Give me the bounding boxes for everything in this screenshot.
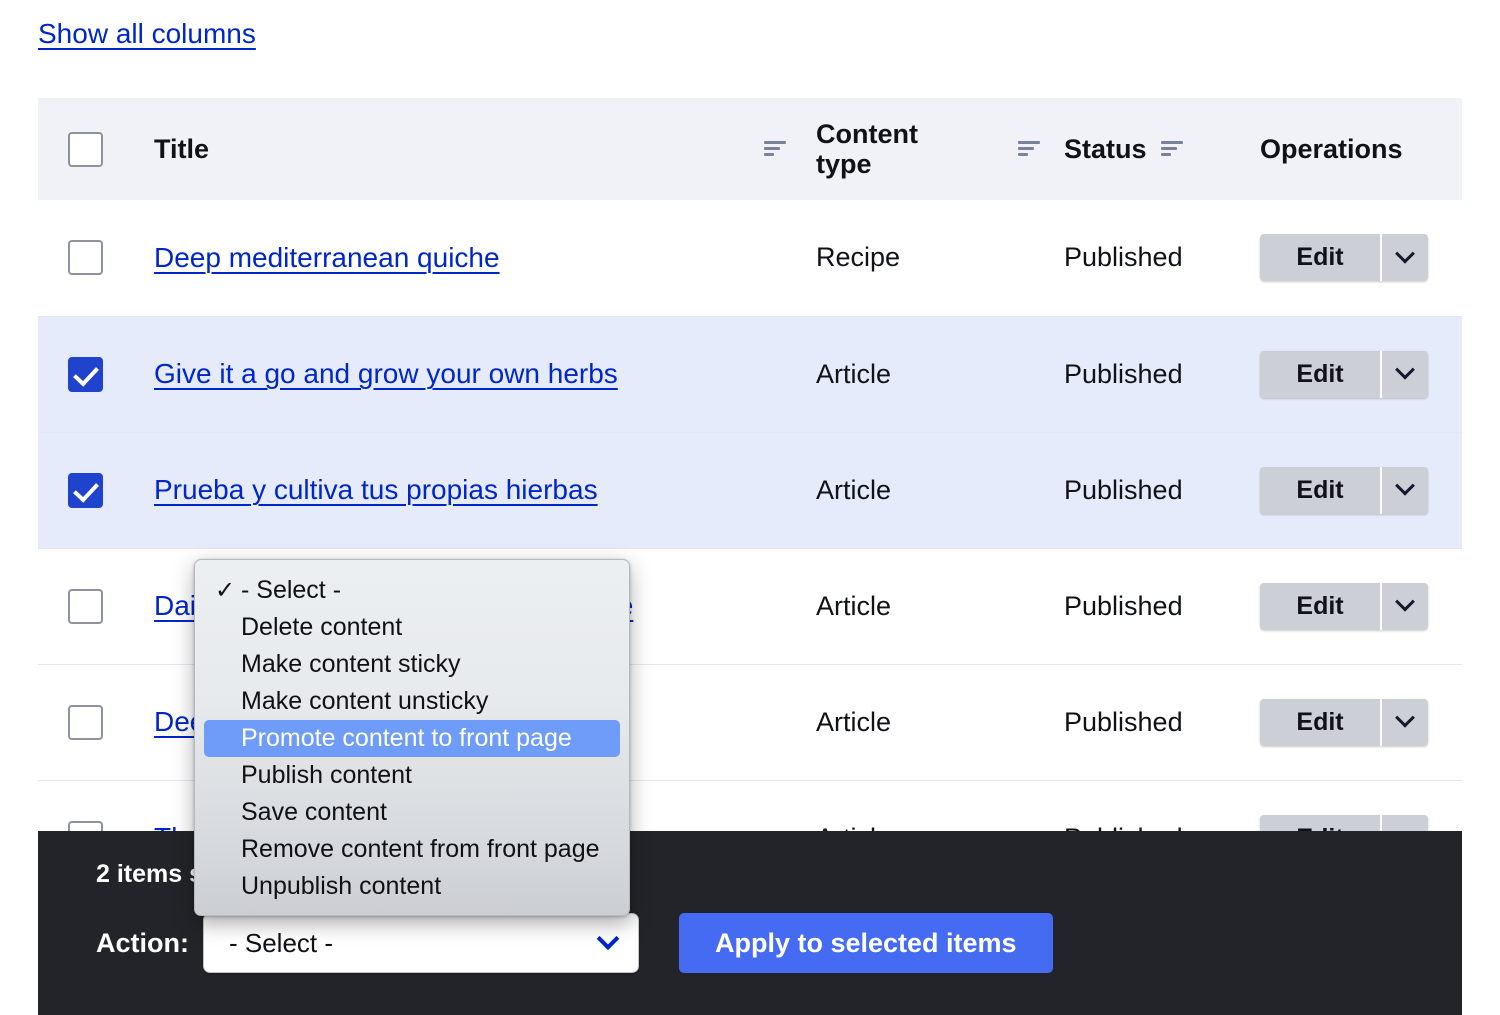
row-operations-cell: Edit xyxy=(1260,548,1462,664)
row-operations-cell: Edit xyxy=(1260,316,1462,432)
apply-to-selected-items-button[interactable]: Apply to selected items xyxy=(679,913,1053,973)
edit-button[interactable]: Edit xyxy=(1260,467,1382,514)
row-title-link[interactable]: Prueba y cultiva tus propias hierbas xyxy=(154,474,598,505)
dropdown-option[interactable]: Make content sticky xyxy=(195,646,629,683)
row-operations-cell: Edit xyxy=(1260,200,1462,316)
row-title-cell: Deep mediterranean quiche xyxy=(154,200,816,316)
row-title-link[interactable]: Deep mediterranean quiche xyxy=(154,242,500,273)
chevron-down-icon xyxy=(1395,592,1415,612)
row-content-type-cell: Article xyxy=(816,664,1064,780)
edit-split-button: Edit xyxy=(1260,583,1428,630)
row-status-cell: Published xyxy=(1064,432,1260,548)
check-icon: ✓ xyxy=(215,576,241,605)
dropdown-option[interactable]: Publish content xyxy=(195,757,629,794)
edit-dropdown-toggle[interactable] xyxy=(1382,234,1428,281)
row-status-cell: Published xyxy=(1064,664,1260,780)
dropdown-option[interactable]: ✓- Select - xyxy=(195,572,629,609)
edit-split-button: Edit xyxy=(1260,234,1428,281)
dropdown-option[interactable]: Make content unsticky xyxy=(195,683,629,720)
dropdown-option-label: - Select - xyxy=(241,576,341,605)
action-select-value: - Select - xyxy=(229,928,333,959)
select-all-checkbox[interactable] xyxy=(68,132,103,167)
column-header-content-type[interactable]: Content type xyxy=(816,98,1064,200)
table-header-row: Title Content type Status xyxy=(38,98,1462,200)
chevron-down-icon xyxy=(1395,360,1415,380)
row-checkbox[interactable] xyxy=(68,357,103,392)
show-all-columns-link[interactable]: Show all columns xyxy=(38,18,256,50)
row-checkbox[interactable] xyxy=(68,240,103,275)
dropdown-option-label: Save content xyxy=(241,798,387,827)
dropdown-option-label: Promote content to front page xyxy=(241,724,572,753)
dropdown-option-label: Delete content xyxy=(241,613,402,642)
edit-button[interactable]: Edit xyxy=(1260,351,1382,398)
table-row: Prueba y cultiva tus propias hierbas Arti… xyxy=(38,432,1462,548)
dropdown-option[interactable]: Remove content from front page xyxy=(195,831,629,868)
dropdown-option-label: Make content unsticky xyxy=(241,687,488,716)
row-status-cell: Published xyxy=(1064,316,1260,432)
row-checkbox[interactable] xyxy=(68,589,103,624)
row-status-cell: Published xyxy=(1064,548,1260,664)
row-checkbox[interactable] xyxy=(68,473,103,508)
dropdown-option-label: Publish content xyxy=(241,761,412,790)
edit-split-button: Edit xyxy=(1260,467,1428,514)
column-header-content-type-label: Content type xyxy=(816,119,966,179)
chevron-down-icon xyxy=(1395,476,1415,496)
edit-dropdown-toggle[interactable] xyxy=(1382,351,1428,398)
row-select-cell xyxy=(38,548,154,664)
row-title-cell: Prueba y cultiva tus propias hierbas xyxy=(154,432,816,548)
row-title-cell: Give it a go and grow your own herbs xyxy=(154,316,816,432)
row-title-link[interactable]: Give it a go and grow your own herbs xyxy=(154,358,618,389)
column-header-status[interactable]: Status xyxy=(1064,98,1260,200)
chevron-down-icon xyxy=(1395,708,1415,728)
row-select-cell xyxy=(38,664,154,780)
row-status-cell: Published xyxy=(1064,200,1260,316)
edit-dropdown-toggle[interactable] xyxy=(1382,467,1428,514)
edit-split-button: Edit xyxy=(1260,699,1428,746)
column-header-title[interactable]: Title xyxy=(154,98,816,200)
table-row: Deep mediterranean quiche RecipePublished… xyxy=(38,200,1462,316)
chevron-down-icon xyxy=(597,927,620,950)
row-content-type-cell: Article xyxy=(816,316,1064,432)
edit-dropdown-toggle[interactable] xyxy=(1382,583,1428,630)
content-listing-page: Show all columns Title xyxy=(0,0,1500,1015)
table-row: Give it a go and grow your own herbs Arti… xyxy=(38,316,1462,432)
row-operations-cell: Edit xyxy=(1260,432,1462,548)
row-select-cell xyxy=(38,316,154,432)
chevron-down-icon xyxy=(1395,244,1415,264)
table-header: Title Content type Status xyxy=(38,98,1462,200)
sort-icon-title[interactable] xyxy=(764,141,786,157)
dropdown-option[interactable]: Unpublish content xyxy=(195,868,629,905)
dropdown-option[interactable]: Promote content to front page xyxy=(204,720,620,757)
dropdown-option-label: Unpublish content xyxy=(241,872,441,901)
dropdown-option[interactable]: Save content xyxy=(195,794,629,831)
column-header-title-label: Title xyxy=(154,134,209,164)
row-select-cell xyxy=(38,200,154,316)
edit-button[interactable]: Edit xyxy=(1260,583,1382,630)
edit-button[interactable]: Edit xyxy=(1260,234,1382,281)
edit-split-button: Edit xyxy=(1260,351,1428,398)
column-header-operations: Operations xyxy=(1260,98,1462,200)
sort-icon-status[interactable] xyxy=(1161,141,1183,157)
dropdown-option-label: Make content sticky xyxy=(241,650,461,679)
column-header-select xyxy=(38,98,154,200)
dropdown-option-label: Remove content from front page xyxy=(241,835,600,864)
action-select-dropdown-popup[interactable]: ✓- Select - Delete content Make content st… xyxy=(194,559,630,916)
column-header-status-label: Status xyxy=(1064,134,1147,164)
row-select-cell xyxy=(38,432,154,548)
row-content-type-cell: Article xyxy=(816,432,1064,548)
action-select[interactable]: - Select - xyxy=(203,913,639,973)
row-content-type-cell: Article xyxy=(816,548,1064,664)
edit-dropdown-toggle[interactable] xyxy=(1382,699,1428,746)
bulk-action-controls: Action: - Select - Apply to selected ite… xyxy=(96,913,1053,973)
action-label: Action: xyxy=(96,928,189,959)
dropdown-option[interactable]: Delete content xyxy=(195,609,629,646)
row-checkbox[interactable] xyxy=(68,705,103,740)
sort-icon-content-type[interactable] xyxy=(1018,141,1040,157)
row-content-type-cell: Recipe xyxy=(816,200,1064,316)
column-header-operations-label: Operations xyxy=(1260,134,1403,164)
row-operations-cell: Edit xyxy=(1260,664,1462,780)
edit-button[interactable]: Edit xyxy=(1260,699,1382,746)
